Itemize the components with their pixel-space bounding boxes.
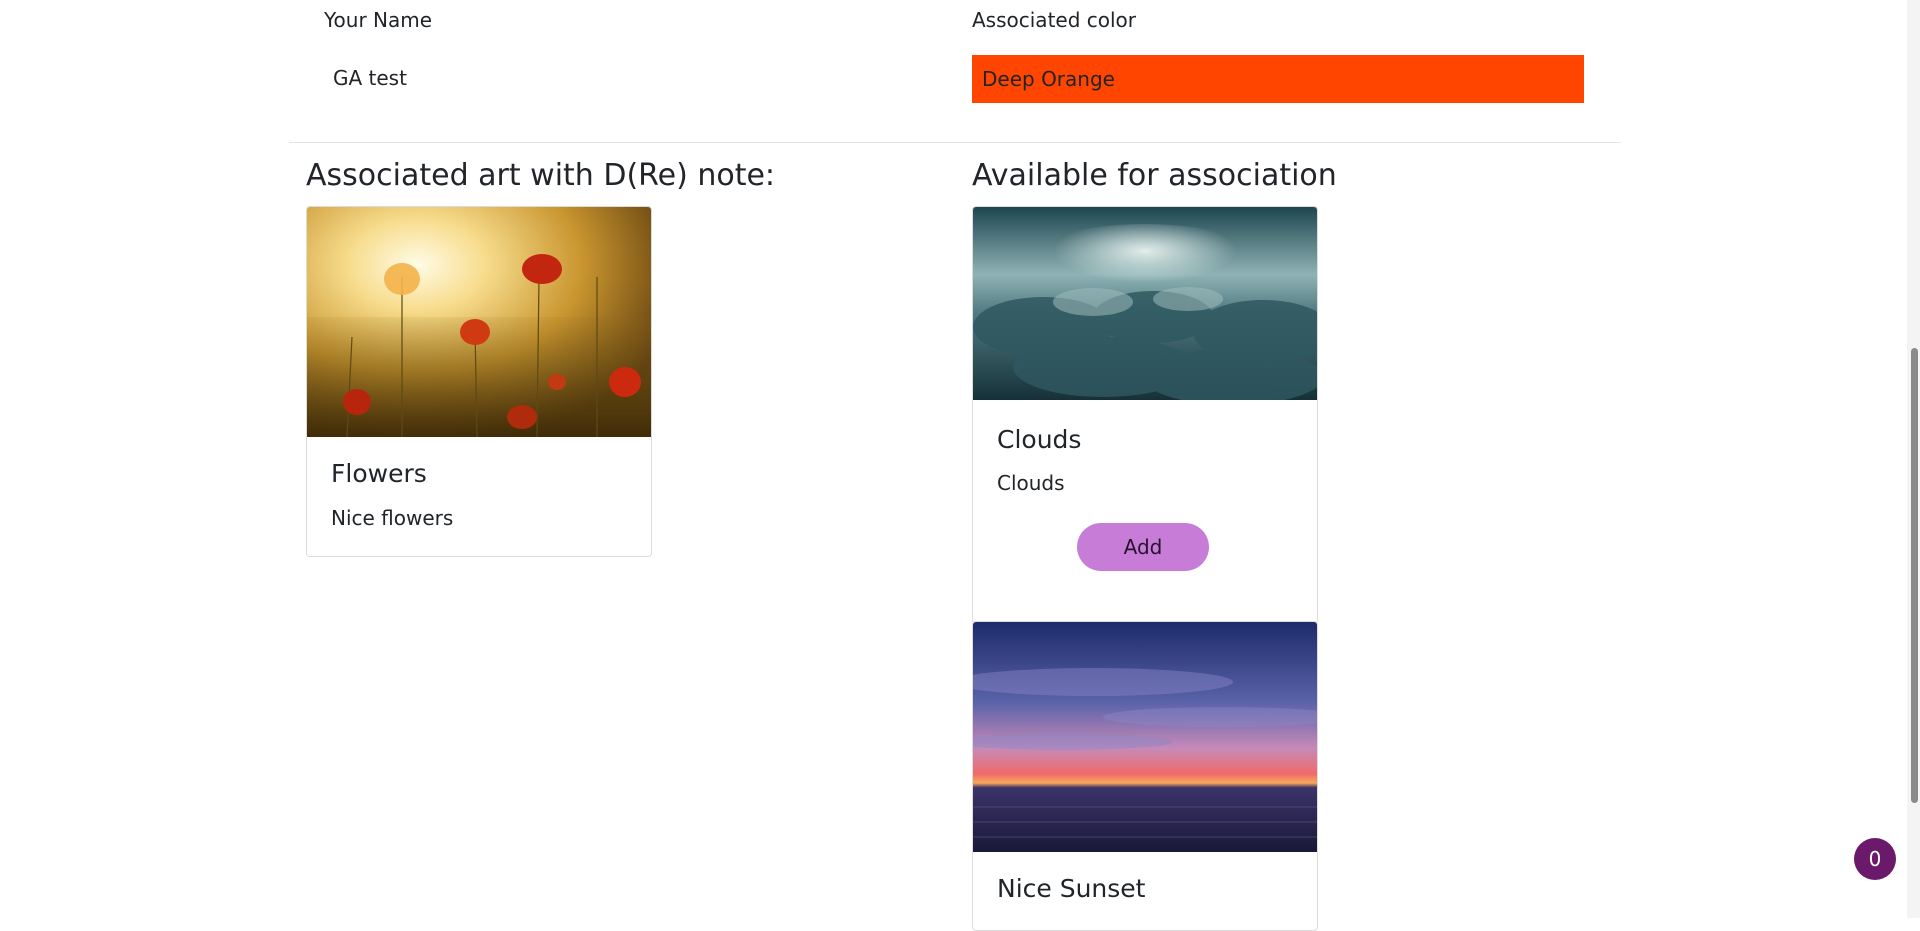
add-button[interactable]: Add — [1077, 523, 1209, 571]
available-heading: Available for association — [972, 158, 1337, 193]
count-badge[interactable]: 0 — [1854, 838, 1896, 880]
available-art-card: Nice Sunset — [972, 621, 1318, 931]
cloud-sky-photo — [973, 207, 1317, 400]
card-text: Clouds — [997, 471, 1065, 495]
associated-color-swatch: Deep Orange — [972, 55, 1584, 103]
associated-color-value: Deep Orange — [982, 67, 1115, 91]
associated-color-label: Associated color — [972, 8, 1137, 32]
your-name-label: Your Name — [324, 8, 433, 32]
card-title: Clouds — [997, 425, 1082, 454]
card-title: Nice Sunset — [997, 874, 1146, 903]
card-text: Nice flowers — [331, 506, 454, 530]
associated-art-card: Flowers Nice flowers — [306, 206, 652, 557]
associated-art-heading: Associated art with D(Re) note: — [306, 158, 776, 193]
page-scrollbar-thumb[interactable] — [1911, 348, 1918, 803]
section-divider — [289, 142, 1621, 143]
sunset-sea-photo — [973, 622, 1317, 852]
your-name-value: GA test — [333, 66, 407, 90]
available-art-card: Clouds Clouds Add — [972, 206, 1318, 624]
card-title: Flowers — [331, 459, 427, 488]
poppy-field-photo — [307, 207, 651, 437]
